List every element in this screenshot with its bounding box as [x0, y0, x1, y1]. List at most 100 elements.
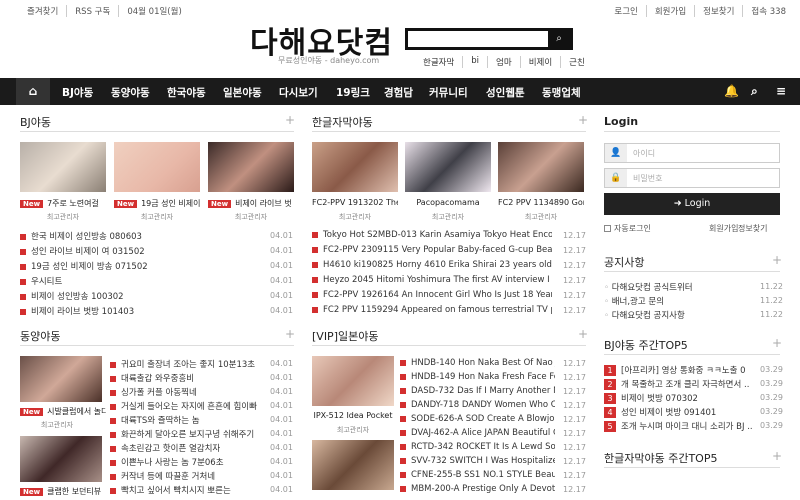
- asian-caption-1[interactable]: New 시발클럽에서 놀다: [20, 406, 106, 417]
- bj-caption-1[interactable]: New 7주로 노련여걸: [20, 198, 106, 209]
- asian-caption-2[interactable]: New 클랩한 보던티뷰: [20, 486, 106, 497]
- subtitle-thumb-2[interactable]: [405, 142, 491, 192]
- nav-experience[interactable]: 경험담: [384, 85, 413, 100]
- nav-19link[interactable]: 19링크: [336, 85, 370, 100]
- list-item[interactable]: FC2-PPV 1926164 An Innocent Girl Who Is …: [312, 290, 552, 300]
- list-item[interactable]: 귀요미 출장녀 조아는 좋지 10분13초: [110, 358, 265, 370]
- nav-partners[interactable]: 동맹업체: [542, 85, 581, 100]
- list-item[interactable]: SVV-732 SWITCH I Was Hospitalized A: [400, 456, 555, 466]
- notice-item[interactable]: ◦ 다해요닷컴 공지사항: [604, 309, 744, 321]
- list-item[interactable]: RCTD-342 ROCKET It Is A Lewd Sound: [400, 442, 555, 452]
- nav-asian[interactable]: 동양야동: [111, 85, 150, 100]
- list-item[interactable]: 19금 성인 비제이 방송 071502: [20, 260, 260, 272]
- list-item[interactable]: 성인 라이브 비제이 여 031502: [20, 245, 260, 257]
- bj-top5-more-icon[interactable]: +: [772, 336, 782, 350]
- list-item[interactable]: SODE-626-A SOD Create A Blowjob Is: [400, 414, 555, 424]
- bj-thumb-1[interactable]: [20, 142, 106, 192]
- register-link[interactable]: 회원가입: [647, 5, 696, 17]
- search-box[interactable]: ⌕: [405, 28, 573, 50]
- top5-item[interactable]: 3 비제이 벗방 070302: [604, 392, 752, 404]
- list-item[interactable]: 커작녀 등에 따끌훈 거처네: [110, 470, 265, 482]
- bj-top5-title[interactable]: BJ야동 주간TOP5: [604, 337, 688, 353]
- nav-webtoon[interactable]: 성인웹툰: [486, 85, 525, 100]
- nav-replay[interactable]: 다시보기: [279, 85, 318, 100]
- bj-thumb-2[interactable]: [114, 142, 200, 192]
- list-item[interactable]: 비제이 라이브 벗방 101403: [20, 305, 260, 317]
- list-item[interactable]: 이쁜누나 사랑는 놈 7분06초: [110, 456, 265, 468]
- list-item[interactable]: 대륙TS와 즐딱하는 놈: [110, 414, 265, 426]
- list-item[interactable]: Heyzo 2045 Hitomi Yoshimura The first AV…: [312, 275, 552, 285]
- list-item[interactable]: 우시티트: [20, 275, 260, 287]
- subtitle-caption-2[interactable]: Pacopacomama: [405, 198, 491, 207]
- list-item[interactable]: 싱가폴 커플 아동찍네: [110, 386, 265, 398]
- menu-icon[interactable]: ≡: [776, 84, 786, 98]
- subtitle-thumb-1[interactable]: [312, 142, 398, 192]
- list-item[interactable]: FC2-PPV 2309115 Very Popular Baby-faced …: [312, 245, 552, 255]
- username-input[interactable]: 👤 아이디: [604, 143, 780, 163]
- nav-korean[interactable]: 한국야동: [167, 85, 206, 100]
- list-item[interactable]: 한국 비제이 성인방송 080603: [20, 230, 260, 242]
- home-icon[interactable]: ⌂: [16, 78, 50, 105]
- bj-section-title[interactable]: BJ야동: [20, 114, 51, 130]
- asian-more-icon[interactable]: +: [285, 327, 295, 341]
- nav-community[interactable]: 커뮤니티: [429, 85, 468, 100]
- top5-item[interactable]: 5 조개 누시며 마이크 대니 소리가 BJ ..: [604, 420, 752, 432]
- subtitle-top5-more-icon[interactable]: +: [772, 449, 782, 463]
- subtitle-more-icon[interactable]: +: [578, 113, 588, 127]
- vip-section-title[interactable]: [VIP]일본야동: [312, 328, 378, 344]
- bookmark-link[interactable]: 즐겨찾기: [27, 5, 68, 17]
- top5-item[interactable]: 4 성인 비제이 벗방 091401: [604, 406, 752, 418]
- subtitle-caption-1[interactable]: FC2-PPV 1913202 The: [312, 198, 398, 207]
- asian-thumb-1[interactable]: [20, 356, 102, 402]
- list-item[interactable]: CFNE-255-B SS1 NO.1 STYLE Beauty L: [400, 470, 555, 480]
- list-item[interactable]: DVAJ-462-A Alice JAPAN Beautiful Girl: [400, 428, 555, 438]
- vip-thumb-2[interactable]: [312, 440, 394, 490]
- list-item[interactable]: DANDY-718 DANDY Women Who Cam: [400, 400, 555, 410]
- subtitle-caption-3[interactable]: FC2 PPV 1134890 Gonzo: [498, 198, 584, 207]
- asian-thumb-2[interactable]: [20, 436, 102, 482]
- auto-login-checkbox[interactable]: 자동로그인: [604, 223, 651, 234]
- list-item[interactable]: HNDB-140 Hon Naka Best Of Nao Jing: [400, 358, 555, 368]
- list-item[interactable]: 거실게 들어오는 자지에 흔흔에 힘이빠: [110, 400, 265, 412]
- asian-section-title[interactable]: 동양야동: [20, 328, 60, 344]
- bell-icon[interactable]: 🔔: [724, 84, 739, 98]
- subtitle-section-title[interactable]: 한글자막야동: [312, 114, 373, 130]
- vip-thumb-1[interactable]: [312, 356, 394, 406]
- notice-more-icon[interactable]: +: [772, 253, 782, 267]
- nav-bj[interactable]: BJ야동: [62, 85, 93, 100]
- vip-more-icon[interactable]: +: [578, 327, 588, 341]
- list-item[interactable]: H4610 ki190825 Horny 4610 Erika Shirai 2…: [312, 260, 552, 270]
- bj-caption-2[interactable]: New 19금 성인 비제이: [114, 198, 200, 209]
- notice-item[interactable]: ◦ 다해요닷컴 공식트위터: [604, 281, 744, 293]
- find-info-link[interactable]: 정보찾기: [738, 223, 767, 234]
- subtitle-top5-title[interactable]: 한글자막야동 주간TOP5: [604, 450, 717, 466]
- notice-title[interactable]: 공지사항: [604, 254, 644, 270]
- top5-item[interactable]: 2개 목줄하고 조개 클리 자극하면서 ..: [604, 378, 752, 390]
- rss-link[interactable]: RSS 구독: [67, 5, 120, 17]
- bj-thumb-3[interactable]: [208, 142, 294, 192]
- list-item[interactable]: MBM-200-A Prestige Only A Devoted: [400, 484, 555, 494]
- subtitle-thumb-3[interactable]: [498, 142, 584, 192]
- quick-link-bi[interactable]: bi: [463, 56, 489, 68]
- list-item[interactable]: DASD-732 Das If I Marry Another Man: [400, 386, 555, 396]
- notice-item[interactable]: ◦ 배너,광고 문의: [604, 295, 744, 307]
- bj-caption-3[interactable]: New 비제이 라이브 벗: [208, 198, 294, 209]
- quick-link-bj[interactable]: 비제이: [521, 56, 562, 68]
- login-button[interactable]: ➜ Login: [604, 193, 780, 215]
- nav-japanese[interactable]: 일본야동: [223, 85, 262, 100]
- vip-caption-1[interactable]: IPX-512 Idea Pocket: [312, 411, 394, 420]
- bj-more-icon[interactable]: +: [285, 113, 295, 127]
- list-item[interactable]: 빡치고 싶어서 빡치시지 뽀른는: [110, 484, 265, 496]
- list-item[interactable]: 속초린감고 핫이픈 열감치자: [110, 442, 265, 454]
- search-icon[interactable]: ⌕: [548, 31, 570, 47]
- login-link[interactable]: 로그인: [606, 5, 647, 17]
- list-item[interactable]: 화끈하게 달아오른 보지구녕 쉬해주기: [110, 428, 265, 440]
- list-item[interactable]: HNDB-149 Hon Naka Fresh Face Femar: [400, 372, 555, 382]
- list-item[interactable]: FC2 PPV 1159294 Appeared on famous terre…: [312, 305, 552, 315]
- quick-link-subtitle[interactable]: 한글자막: [423, 56, 464, 68]
- find-info-link[interactable]: 정보찾기: [695, 5, 744, 17]
- list-item[interactable]: 대륙출갑 와우중흥비: [110, 372, 265, 384]
- quick-link-mom[interactable]: 엄마: [488, 56, 521, 68]
- password-input[interactable]: 🔒 비밀번호: [604, 168, 780, 188]
- search-icon[interactable]: ⌕: [751, 84, 758, 99]
